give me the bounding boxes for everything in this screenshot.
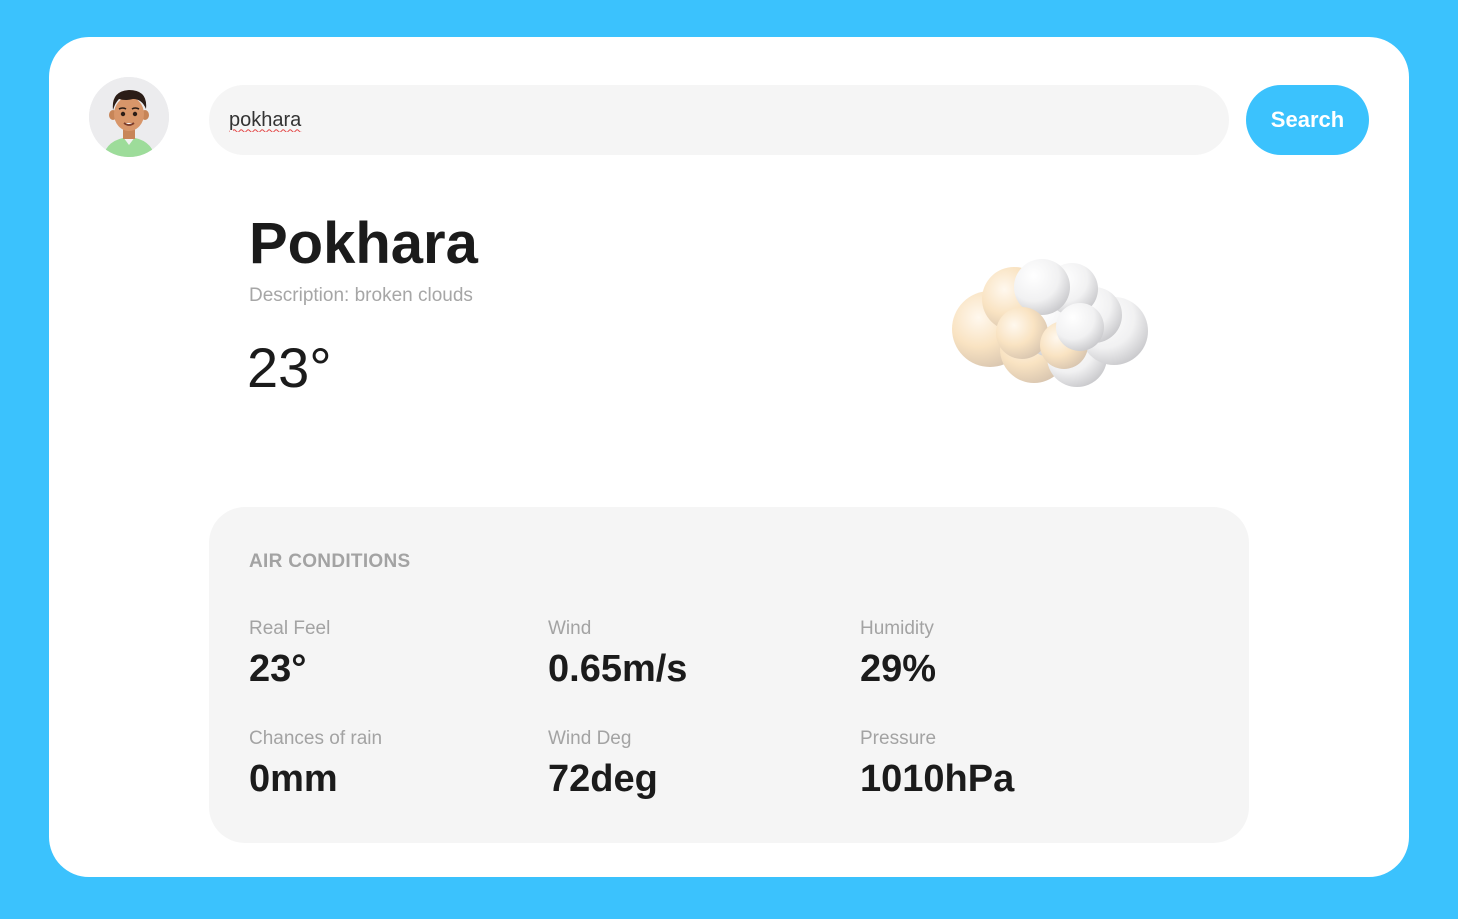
metric-pressure: Pressure 1010hPa (860, 727, 1014, 801)
metric-value: 23° (249, 648, 307, 690)
metric-value: 1010hPa (860, 758, 1015, 800)
metric-label: Pressure (860, 728, 937, 749)
weather-card: Search Pokhara Description: broken cloud… (49, 37, 1409, 877)
metric-value: 72deg (548, 758, 658, 800)
metric-real-feel: Real Feel 23° (249, 617, 330, 691)
avatar[interactable] (89, 77, 169, 157)
metric-wind-deg: Wind Deg 72deg (548, 727, 658, 801)
weather-description: Description: broken clouds (249, 285, 473, 307)
air-conditions-title: AIR CONDITIONS (249, 551, 411, 572)
search-button[interactable]: Search (1246, 85, 1369, 155)
metric-wind: Wind 0.65m/s (548, 617, 687, 691)
current-temperature: 23° (247, 336, 332, 399)
metric-humidity: Humidity 29% (860, 617, 936, 691)
metric-label: Chances of rain (249, 728, 383, 749)
search-input[interactable] (209, 85, 1229, 155)
metric-label: Wind Deg (548, 728, 632, 749)
description-value: broken clouds (354, 285, 473, 306)
city-name: Pokhara (249, 211, 478, 276)
description-label: Description: (249, 285, 355, 306)
metric-value: 29% (860, 648, 937, 690)
metric-value: 0.65m/s (548, 648, 688, 690)
cloud-icon (942, 227, 1182, 397)
metric-label: Wind (548, 618, 592, 639)
metric-chances-of-rain: Chances of rain 0mm (249, 727, 382, 801)
air-conditions-panel: AIR CONDITIONS Real Feel 23° Wind 0.65m/… (209, 507, 1249, 843)
metric-label: Humidity (860, 618, 934, 639)
metric-label: Real Feel (249, 618, 331, 639)
user-avatar-icon (89, 77, 169, 157)
metric-value: 0mm (249, 758, 338, 800)
